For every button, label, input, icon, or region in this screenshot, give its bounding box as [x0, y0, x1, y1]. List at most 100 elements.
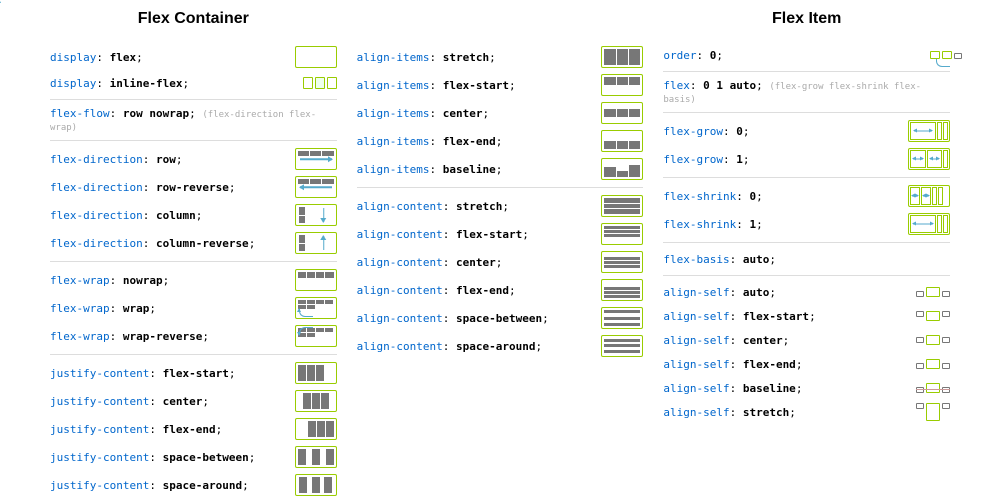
acbet-icon	[601, 307, 643, 329]
property-value: flex-start	[163, 367, 229, 380]
property-name: justify-content	[50, 451, 149, 464]
property-value: space-around	[163, 479, 242, 492]
property-name: flex-wrap	[50, 302, 110, 315]
property-row: align-self: flex-end;	[663, 352, 950, 376]
property-value: row-reverse	[156, 181, 229, 194]
property-row: align-self: auto;	[663, 280, 950, 304]
property-name: align-items	[357, 107, 430, 120]
property-value: row	[156, 153, 176, 166]
property-value: center	[456, 256, 496, 269]
property-name: display	[50, 77, 96, 90]
property-value: space-between	[163, 451, 249, 464]
property-name: align-content	[357, 200, 443, 213]
property-value: flex-start	[456, 228, 522, 241]
property-row: flex-flow: row nowrap; (flex-direction f…	[50, 104, 337, 136]
aistart-icon	[601, 74, 643, 96]
property-value: flex-start	[443, 79, 509, 92]
as-icon	[916, 403, 950, 421]
property-value: space-around	[456, 340, 535, 353]
property-value: auto	[743, 253, 770, 266]
jaround-icon	[295, 474, 337, 496]
property-row: flex-direction: row-reverse;	[50, 173, 337, 201]
aictr-icon	[601, 102, 643, 124]
acctr-icon	[601, 251, 643, 273]
as-icon	[916, 311, 950, 321]
property-name: flex	[663, 79, 690, 92]
property-value: flex-end	[456, 284, 509, 297]
property-value: wrap	[123, 302, 150, 315]
property-value: 0	[710, 49, 717, 62]
property-row: align-items: baseline;	[357, 155, 644, 183]
property-name: align-self	[663, 406, 729, 419]
property-name: flex-direction	[50, 209, 143, 222]
property-name: align-content	[357, 256, 443, 269]
aibase-icon	[601, 158, 643, 180]
property-value: wrap-reverse	[123, 330, 202, 343]
property-value: row nowrap	[123, 107, 189, 120]
property-value: stretch	[456, 200, 502, 213]
property-name: align-self	[663, 358, 729, 371]
property-value: column	[156, 209, 196, 222]
property-row: align-content: flex-end;	[357, 276, 644, 304]
property-row: order: 0;	[663, 43, 950, 67]
arr-u-icon	[295, 232, 337, 254]
property-row: align-items: flex-start;	[357, 71, 644, 99]
heading-spacer	[357, 10, 644, 28]
shrink0-icon	[908, 185, 950, 207]
property-row: flex-direction: column;	[50, 201, 337, 229]
grow1-icon	[908, 148, 950, 170]
property-name: flex-wrap	[50, 274, 110, 287]
aiend-icon	[601, 130, 643, 152]
as-icon	[916, 335, 950, 345]
property-name: flex-shrink	[663, 190, 736, 203]
shrink1-icon	[908, 213, 950, 235]
order-icon	[930, 51, 950, 59]
as-icon	[916, 359, 950, 369]
property-value: flex-end	[163, 423, 216, 436]
property-row: flex-wrap: wrap-reverse;	[50, 322, 337, 350]
property-name: order	[663, 49, 696, 62]
property-name: flex-shrink	[663, 218, 736, 231]
property-row: align-self: stretch;	[663, 400, 950, 424]
property-row: align-items: stretch;	[357, 43, 644, 71]
property-name: align-content	[357, 340, 443, 353]
property-value: flex-start	[743, 310, 809, 323]
property-value: 1	[749, 218, 756, 231]
property-value: center	[443, 107, 483, 120]
property-value: 1	[736, 153, 743, 166]
property-row: flex-grow: 0;	[663, 117, 950, 145]
property-name: justify-content	[50, 395, 149, 408]
property-row: display: inline-flex;	[50, 71, 337, 95]
nowrap-icon	[295, 269, 337, 291]
property-note: (flex-grow flex-shrink flex-basis)	[663, 82, 921, 105]
property-value: flex-end	[443, 135, 496, 148]
property-value: nowrap	[123, 274, 163, 287]
property-row: align-self: baseline;	[663, 376, 950, 400]
property-value: auto	[743, 286, 770, 299]
property-name: flex-grow	[663, 153, 723, 166]
property-row: align-content: space-between;	[357, 304, 644, 332]
property-value: 0	[749, 190, 756, 203]
property-value: flex-end	[743, 358, 796, 371]
property-name: flex-basis	[663, 253, 729, 266]
property-value: 0 1 auto	[703, 79, 756, 92]
property-name: justify-content	[50, 423, 149, 436]
property-value: inline-flex	[110, 77, 183, 90]
property-value: stretch	[743, 406, 789, 419]
property-row: flex-wrap: nowrap;	[50, 266, 337, 294]
property-value: column-reverse	[156, 237, 249, 250]
property-value: center	[743, 334, 783, 347]
property-name: flex-direction	[50, 181, 143, 194]
property-value: baseline	[743, 382, 796, 395]
property-name: display	[50, 51, 96, 64]
property-name: align-items	[357, 79, 430, 92]
wraprev-icon	[295, 325, 337, 347]
heading-container: Flex Container	[50, 10, 337, 28]
jbetween-icon	[295, 446, 337, 468]
property-name: align-self	[663, 310, 729, 323]
empty-icon	[295, 46, 337, 68]
property-row: justify-content: center;	[50, 387, 337, 415]
property-row: flex-shrink: 1;	[663, 210, 950, 238]
property-name: flex-wrap	[50, 330, 110, 343]
column-container-2: align-items: stretch;align-items: flex-s…	[347, 10, 654, 490]
